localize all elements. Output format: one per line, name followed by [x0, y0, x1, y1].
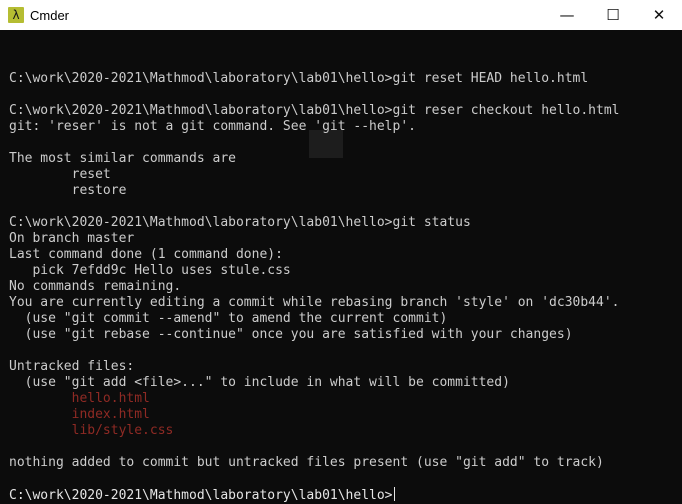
terminal-line: (use "git commit --amend" to amend the c…	[9, 311, 448, 326]
terminal-line: No commands remaining.	[9, 279, 182, 294]
prompt-text: C:\work\2020-2021\Mathmod\laboratory\lab…	[9, 488, 393, 503]
untracked-file-line: index.html	[9, 407, 150, 422]
terminal-line: pick 7efdd9c Hello uses stule.css	[9, 263, 291, 278]
untracked-file-line: lib/style.css	[9, 423, 174, 438]
window-controls: — ☐ ✕	[544, 0, 682, 30]
terminal-line: reset	[9, 167, 111, 182]
terminal-line: The most similar commands are	[9, 151, 236, 166]
terminal-output: C:\work\2020-2021\Mathmod\laboratory\lab…	[9, 55, 619, 503]
close-icon[interactable]: ✕	[636, 0, 682, 30]
text-cursor	[393, 487, 395, 501]
terminal-line: You are currently editing a commit while…	[9, 295, 620, 310]
terminal-console[interactable]: C:\work\2020-2021\Mathmod\laboratory\lab…	[0, 30, 682, 504]
terminal-line: Last command done (1 command done):	[9, 247, 283, 262]
terminal-line: On branch master	[9, 231, 135, 246]
lambda-icon[interactable]: λ	[8, 7, 24, 23]
terminal-line: nothing added to commit but untracked fi…	[9, 455, 604, 470]
terminal-line: (use "git rebase --continue" once you ar…	[9, 327, 573, 342]
title-bar[interactable]: λ Cmder — ☐ ✕	[0, 0, 682, 30]
terminal-line: C:\work\2020-2021\Mathmod\laboratory\lab…	[9, 215, 471, 230]
untracked-file-line: hello.html	[9, 391, 150, 406]
minimize-icon[interactable]: —	[544, 0, 590, 30]
prompt-line[interactable]: C:\work\2020-2021\Mathmod\laboratory\lab…	[9, 487, 619, 503]
terminal-line: git: 'reser' is not a git command. See '…	[9, 119, 416, 134]
maximize-icon[interactable]: ☐	[590, 0, 636, 30]
window-title: Cmder	[30, 7, 70, 23]
terminal-line: Untracked files:	[9, 359, 135, 374]
cmder-window: λ Cmder — ☐ ✕ C:\work\2020-2021\Mathmod\…	[0, 0, 682, 504]
terminal-line: C:\work\2020-2021\Mathmod\laboratory\lab…	[9, 103, 620, 118]
terminal-line: (use "git add <file>..." to include in w…	[9, 375, 510, 390]
terminal-line: C:\work\2020-2021\Mathmod\laboratory\lab…	[9, 71, 589, 86]
terminal-line: restore	[9, 183, 127, 198]
